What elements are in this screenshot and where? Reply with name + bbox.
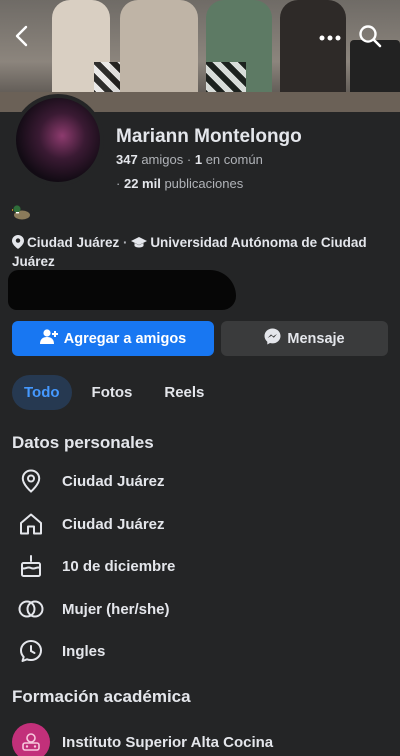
- school-name: Instituto Superior Alta Cocina: [62, 733, 274, 751]
- more-button[interactable]: [316, 24, 344, 52]
- detail-hometown[interactable]: Ciudad Juárez: [12, 507, 388, 541]
- message-button[interactable]: Mensaje: [221, 321, 388, 356]
- message-label: Mensaje: [287, 330, 345, 347]
- mutual-count: 1: [194, 152, 203, 167]
- avatar[interactable]: [12, 94, 104, 186]
- add-friend-icon: [39, 328, 64, 349]
- detail-current-city[interactable]: Ciudad Juárez: [12, 464, 388, 498]
- separator: ·: [123, 235, 128, 250]
- posts-label: publicaciones: [164, 176, 244, 191]
- education-title: Formación académica: [12, 687, 191, 706]
- language-bubble-icon: [12, 634, 50, 668]
- intro-city[interactable]: Ciudad Juárez: [27, 235, 119, 250]
- redacted-bio: [8, 270, 236, 310]
- detail-text: 10 de diciembre: [62, 557, 176, 575]
- tab-todo[interactable]: Todo: [12, 375, 72, 410]
- detail-gender[interactable]: Mujer (her/she): [12, 592, 388, 626]
- back-button[interactable]: [8, 24, 36, 52]
- detail-text: Ciudad Juárez: [62, 472, 165, 490]
- gender-rings-icon: [12, 592, 50, 626]
- posts-stats: · 22 mil publicaciones: [116, 176, 243, 191]
- location-pin-icon: [12, 235, 24, 253]
- search-button[interactable]: [356, 24, 384, 52]
- profile-name: Mariann Montelongo: [116, 126, 302, 147]
- location-pin-icon: [12, 464, 50, 498]
- detail-text: Mujer (her/she): [62, 600, 170, 618]
- detail-text: Ciudad Juárez: [62, 515, 165, 533]
- more-horizontal-icon: [318, 29, 342, 47]
- tab-fotos[interactable]: Fotos: [80, 375, 145, 410]
- personal-details-title: Datos personales: [12, 433, 154, 452]
- detail-language[interactable]: Ingles: [12, 634, 388, 668]
- add-friend-label: Agregar a amigos: [63, 330, 187, 347]
- separator: ·: [116, 176, 121, 191]
- messenger-icon: [264, 328, 287, 349]
- friends-label: amigos: [141, 152, 184, 167]
- duck-icon: [11, 204, 32, 220]
- separator: ·: [186, 152, 192, 167]
- friends-count: 347: [116, 152, 138, 167]
- cover-figure: [280, 0, 346, 104]
- posts-count: 22 mil: [123, 176, 161, 191]
- school-logo-icon: [12, 723, 50, 756]
- mutual-label: en común: [205, 152, 263, 167]
- chevron-left-icon: [13, 25, 31, 52]
- add-friend-button[interactable]: Agregar a amigos: [12, 321, 214, 356]
- birthday-cake-icon: [12, 549, 50, 583]
- home-icon: [12, 507, 50, 541]
- tab-reels[interactable]: Reels: [152, 375, 216, 410]
- graduation-cap-icon: [131, 236, 148, 253]
- search-icon: [358, 24, 382, 53]
- friends-stats[interactable]: 347 amigos · 1 en común: [116, 152, 263, 167]
- profile-tabs: Todo Fotos Reels: [12, 375, 216, 410]
- intro-line: Ciudad Juárez · Universidad Autónoma de …: [12, 234, 392, 270]
- detail-birthday[interactable]: 10 de diciembre: [12, 549, 388, 583]
- detail-text: Ingles: [62, 642, 106, 660]
- detail-school[interactable]: Instituto Superior Alta Cocina: [12, 722, 388, 756]
